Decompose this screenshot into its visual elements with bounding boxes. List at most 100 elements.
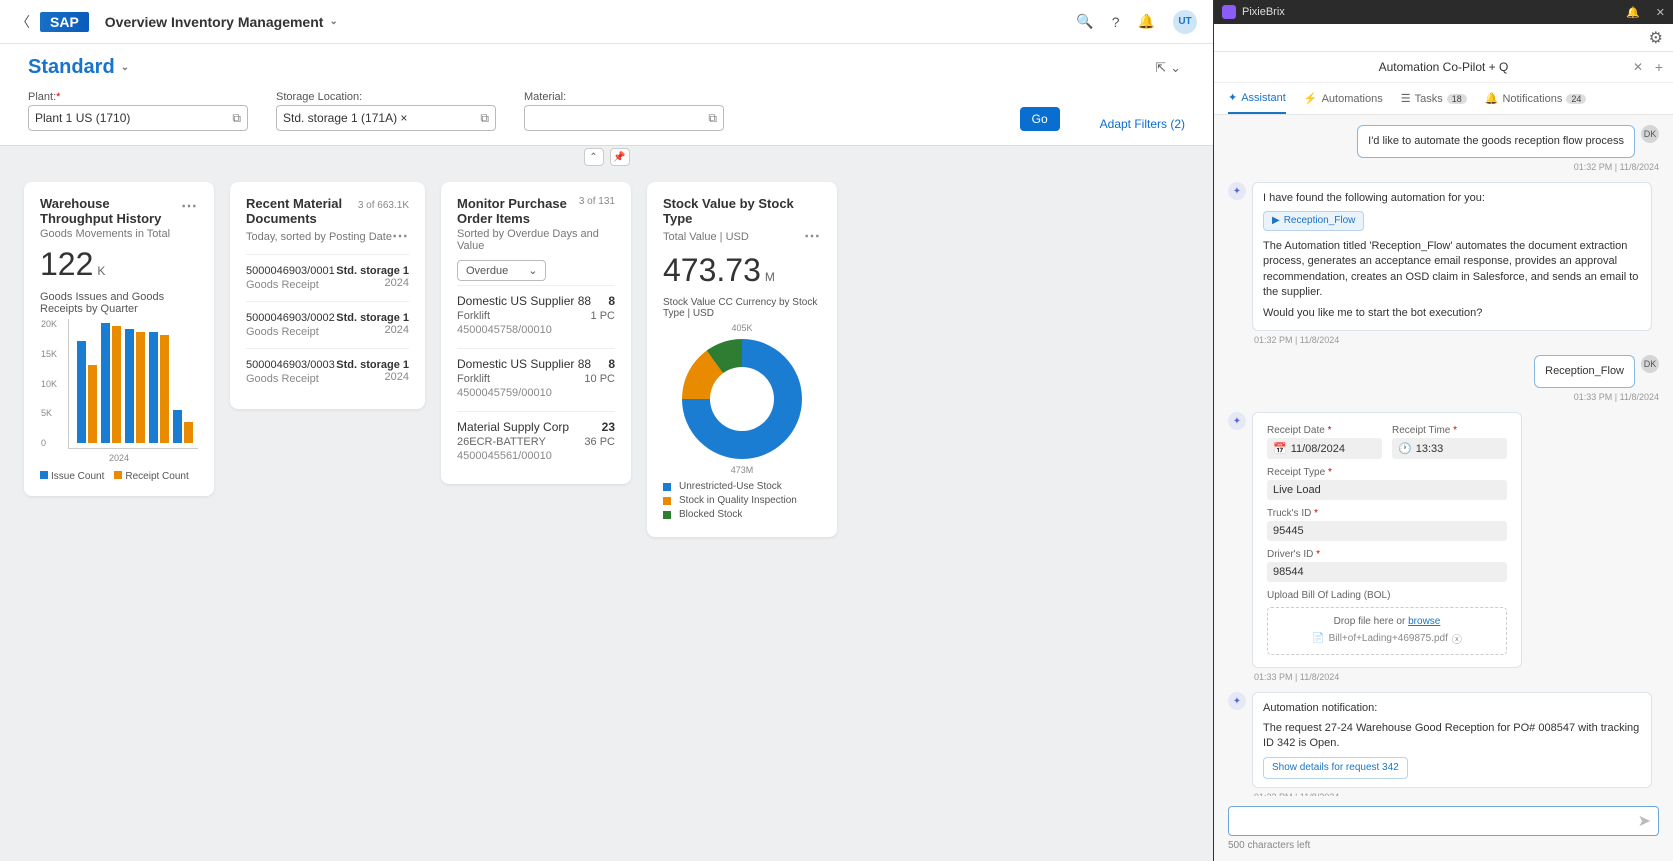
- more-icon[interactable]: ⋯: [392, 226, 409, 246]
- automation-icon: ⚡: [1304, 92, 1318, 105]
- material-filter: Material: ⧉: [524, 91, 724, 131]
- upload-dropzone[interactable]: Drop file here or browse 📄 Bill+of+Ladin…: [1267, 607, 1507, 655]
- chart-title: Stock Value CC Currency by Stock Type | …: [663, 297, 821, 319]
- send-icon[interactable]: ➤: [1638, 811, 1651, 831]
- copilot-tabs: ✦ Assistant ⚡ Automations ☰ Tasks 18 🔔 N…: [1214, 83, 1673, 115]
- top-bar: 〈 SAP Overview Inventory Management ⌄ 🔍 …: [0, 0, 1213, 44]
- kpi-value: 473.73M: [663, 252, 821, 289]
- card-material-documents: Recent Material Documents 3 of 663.1K To…: [230, 182, 425, 409]
- collapse-row: ⌃ 📌: [0, 146, 1213, 168]
- kpi-value: 122K: [40, 246, 198, 283]
- tab-tasks[interactable]: ☰ Tasks 18: [1401, 83, 1467, 114]
- adapt-filters-link[interactable]: Adapt Filters (2): [1100, 117, 1185, 131]
- more-icon[interactable]: ⋯: [804, 226, 821, 246]
- value-help-icon[interactable]: ⧉: [232, 111, 241, 126]
- tab-notifications[interactable]: 🔔 Notifications 24: [1485, 83, 1587, 114]
- chevron-down-icon[interactable]: ⌄: [1170, 60, 1181, 76]
- sap-logo: SAP: [40, 12, 89, 32]
- bell-icon[interactable]: 🔔: [1626, 6, 1640, 19]
- chevron-down-icon: ⌄: [329, 16, 337, 27]
- card-stock-value: Stock Value by Stock Type Total Value | …: [647, 182, 837, 537]
- more-icon[interactable]: ⋯: [181, 196, 198, 216]
- receipt-type-input[interactable]: Live Load: [1267, 480, 1507, 500]
- material-input[interactable]: ⧉: [524, 105, 724, 131]
- tab-automations[interactable]: ⚡ Automations: [1304, 83, 1383, 114]
- filter-bar: Plant:* Plant 1 US (1710) ⧉ Storage Loca…: [0, 83, 1213, 146]
- close-icon[interactable]: ✕: [1633, 60, 1643, 74]
- bell-icon[interactable]: 🔔: [1138, 13, 1155, 30]
- chat-input[interactable]: [1228, 806, 1659, 836]
- search-icon[interactable]: 🔍: [1076, 13, 1093, 30]
- share-icon[interactable]: ⇱: [1155, 60, 1166, 76]
- donut-chart: 405K 473M: [682, 339, 802, 459]
- truck-id-input[interactable]: 95445: [1267, 521, 1507, 541]
- tab-assistant[interactable]: ✦ Assistant: [1228, 83, 1286, 114]
- doc-item[interactable]: 5000046903/0003Std. storage 1 Goods Rece…: [246, 348, 409, 395]
- card-throughput: Warehouse Throughput History Goods Movem…: [24, 182, 214, 496]
- plant-filter: Plant:* Plant 1 US (1710) ⧉: [28, 91, 248, 131]
- panel-toolbar: ⚙: [1214, 24, 1673, 52]
- plant-input[interactable]: Plant 1 US (1710) ⧉: [28, 105, 248, 131]
- timestamp: 01:33 PM | 11/8/2024: [1228, 392, 1659, 402]
- chat-input-area: ➤ 500 characters left: [1214, 796, 1673, 861]
- uploaded-file: 📄 Bill+of+Lading+469875.pdf ⓧ: [1276, 631, 1498, 646]
- doc-list: 5000046903/0001Std. storage 1 Goods Rece…: [246, 254, 409, 395]
- bell-icon: 🔔: [1485, 92, 1499, 105]
- tasks-icon: ☰: [1401, 92, 1411, 105]
- remove-file-icon[interactable]: ⓧ: [1452, 631, 1462, 646]
- user-avatar[interactable]: UT: [1173, 10, 1197, 34]
- back-button[interactable]: 〈: [16, 12, 30, 32]
- doc-item[interactable]: 5000046903/0001Std. storage 1 Goods Rece…: [246, 254, 409, 301]
- driver-id-input[interactable]: 98544: [1267, 562, 1507, 582]
- copilot-header: Automation Co-Pilot + Q ✕ +: [1214, 52, 1673, 83]
- gear-icon[interactable]: ⚙: [1649, 28, 1663, 48]
- file-icon: 📄: [1312, 633, 1324, 644]
- card-purchase-orders: Monitor Purchase Order Items 3 of 131 So…: [441, 182, 631, 484]
- app-title[interactable]: Overview Inventory Management ⌄: [105, 14, 338, 30]
- char-counter: 500 characters left: [1228, 840, 1659, 851]
- variant-selector[interactable]: Standard ⌄: [28, 56, 129, 79]
- timestamp: 01:33 PM | 11/8/2024: [1254, 672, 1659, 682]
- cards-area: Warehouse Throughput History Goods Movem…: [0, 168, 1213, 861]
- pixiebrix-logo-icon: [1222, 5, 1236, 19]
- card-title: Stock Value by Stock Type: [663, 196, 821, 226]
- y-axis: 20K 15K 10K 5K 0: [41, 319, 57, 448]
- po-item[interactable]: Domestic US Supplier 888 Forklift10 PC 4…: [457, 348, 615, 407]
- receipt-form: Receipt Date * 📅 11/08/2024 Receipt Time…: [1252, 412, 1522, 668]
- card-subtitle: Total Value | USD: [663, 231, 749, 243]
- donut-legend: Unrestricted-Use Stock Stock in Quality …: [663, 481, 821, 520]
- chart-title: Goods Issues and Goods Receipts by Quart…: [40, 291, 198, 315]
- receipt-time-input[interactable]: 🕐 13:33: [1392, 438, 1507, 459]
- go-button[interactable]: Go: [1020, 107, 1060, 131]
- extension-title-bar: PixieBrix 🔔 ✕: [1214, 0, 1673, 24]
- plant-value: Plant 1 US (1710): [35, 111, 130, 125]
- sparkle-icon: ✦: [1228, 91, 1237, 104]
- doc-item[interactable]: 5000046903/0002Std. storage 1 Goods Rece…: [246, 301, 409, 348]
- sub-header: Standard ⌄ ⇱ ⌄: [0, 44, 1213, 83]
- card-subtitle: Today, sorted by Posting Date: [246, 231, 392, 243]
- card-count: 3 of 131: [579, 196, 615, 207]
- po-item[interactable]: Domestic US Supplier 888 Forklift1 PC 45…: [457, 285, 615, 344]
- timestamp: 01:32 PM | 11/8/2024: [1228, 162, 1659, 172]
- card-count: 3 of 663.1K: [358, 200, 409, 211]
- sloc-input[interactable]: Std. storage 1 (171A) × ⧉: [276, 105, 496, 131]
- variant-name: Standard: [28, 56, 115, 79]
- value-help-icon[interactable]: ⧉: [480, 111, 489, 126]
- bot-message: I have found the following automation fo…: [1252, 182, 1652, 330]
- collapse-up-button[interactable]: ⌃: [584, 148, 604, 166]
- receipt-date-input[interactable]: 📅 11/08/2024: [1267, 438, 1382, 459]
- automation-chip[interactable]: ▶ Reception_Flow: [1263, 211, 1364, 231]
- value-help-icon[interactable]: ⧉: [708, 111, 717, 126]
- bot-avatar-icon: ✦: [1228, 412, 1246, 430]
- show-details-button[interactable]: Show details for request 342: [1263, 757, 1408, 779]
- overdue-select[interactable]: Overdue ⌄: [457, 260, 546, 281]
- pin-button[interactable]: 📌: [610, 148, 630, 166]
- plus-icon[interactable]: +: [1655, 59, 1663, 75]
- extension-name: PixieBrix: [1242, 6, 1285, 18]
- help-icon[interactable]: ?: [1112, 14, 1120, 30]
- close-icon[interactable]: ✕: [1656, 6, 1665, 19]
- bot-avatar-icon: ✦: [1228, 182, 1246, 200]
- browse-link[interactable]: browse: [1408, 616, 1440, 627]
- po-item[interactable]: Material Supply Corp23 26ECR-BATTERY36 P…: [457, 411, 615, 470]
- user-message: Reception_Flow: [1534, 355, 1635, 388]
